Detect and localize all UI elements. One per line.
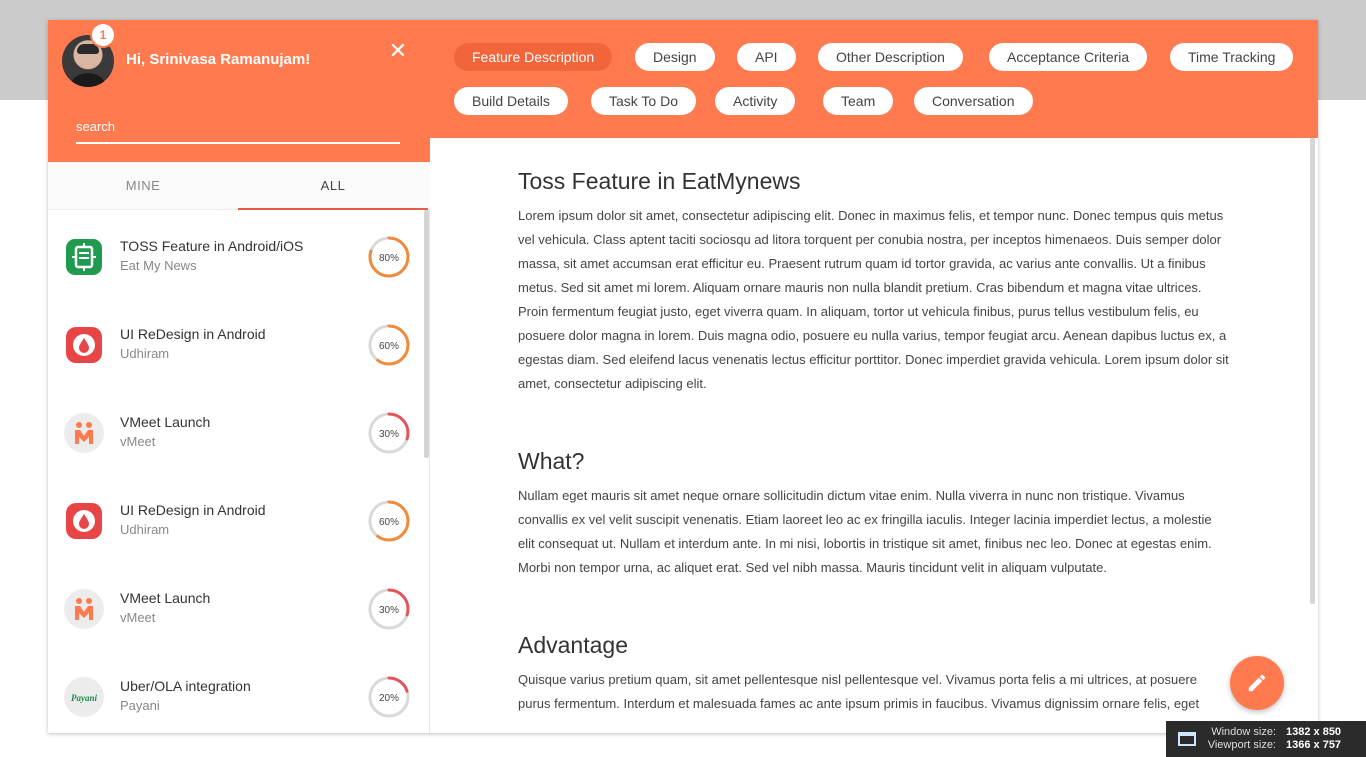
- item-subtitle: vMeet: [120, 610, 156, 625]
- progress-label: 80%: [379, 253, 399, 264]
- section-body: Nullam eget mauris sit amet neque ornare…: [518, 488, 1212, 575]
- tab-all[interactable]: ALL: [238, 162, 428, 210]
- list-item[interactable]: TOSS Feature in Android/iOS Eat My News …: [48, 211, 420, 299]
- viewport-size-label: Viewport size:: [1207, 739, 1276, 751]
- progress-label: 20%: [379, 693, 399, 704]
- progress-ring: 60%: [368, 324, 410, 366]
- progress-label: 60%: [379, 341, 399, 352]
- eatmynews-logo-icon: [64, 237, 104, 277]
- list-item[interactable]: UI ReDesign in Android Udhiram 60%: [48, 475, 420, 563]
- item-subtitle: Udhiram: [120, 346, 170, 361]
- window-size-value: 1382 x 850: [1286, 726, 1342, 738]
- tab-team[interactable]: Team: [823, 87, 894, 115]
- progress-ring: 60%: [368, 500, 410, 542]
- section-nav: Feature Description Design API Other Des…: [430, 20, 1318, 138]
- app-window: 1 Hi, Srinivasa Ramanujam! ✕ MINE ALL: [48, 20, 1318, 733]
- list-item[interactable]: VMeet Launch vMeet 30%: [48, 563, 420, 651]
- section-title: Toss Feature in EatMynews: [518, 168, 801, 194]
- content-area: Toss Feature in EatMynews Lorem ipsum do…: [430, 138, 1318, 733]
- udhiram-logo-icon: [64, 325, 104, 365]
- progress-ring: 30%: [368, 588, 410, 630]
- list-item[interactable]: VMeet Launch vMeet 30%: [48, 387, 420, 475]
- sidebar: 1 Hi, Srinivasa Ramanujam! ✕ MINE ALL: [48, 20, 430, 733]
- search-input[interactable]: [76, 110, 400, 144]
- tab-task-to-do[interactable]: Task To Do: [591, 87, 696, 115]
- progress-ring: 30%: [368, 412, 410, 454]
- tab-acceptance-criteria[interactable]: Acceptance Criteria: [989, 43, 1148, 71]
- item-title: VMeet Launch: [120, 414, 211, 430]
- sidebar-scrollbar[interactable]: [424, 210, 429, 458]
- viewport-size-value: 1366 x 757: [1286, 739, 1342, 751]
- item-title: Uber/OLA integration: [120, 678, 251, 694]
- list-item[interactable]: UI ReDesign in Android Udhiram 60%: [48, 299, 420, 387]
- notification-badge[interactable]: 1: [92, 24, 114, 46]
- window-size-overlay: Window size: 1382 x 850 Viewport size: 1…: [1166, 721, 1366, 757]
- tab-build-details[interactable]: Build Details: [454, 87, 568, 115]
- pencil-icon: [1248, 674, 1266, 692]
- item-title: UI ReDesign in Android: [120, 326, 266, 342]
- vmeet-logo-icon: [64, 413, 104, 453]
- progress-label: 30%: [379, 605, 399, 616]
- list-item[interactable]: Payani Uber/OLA integration Payani 20%: [48, 651, 420, 733]
- section-body: Lorem ipsum dolor sit amet, consectetur …: [518, 208, 1229, 391]
- udhiram-logo-icon: [64, 501, 104, 541]
- tab-time-tracking[interactable]: Time Tracking: [1170, 43, 1294, 71]
- section-title: What?: [518, 448, 585, 474]
- item-title: TOSS Feature in Android/iOS: [120, 238, 304, 254]
- item-subtitle: vMeet: [120, 434, 156, 449]
- tab-mine[interactable]: MINE: [48, 162, 238, 210]
- user-greeting: Hi, Srinivasa Ramanujam!: [126, 51, 311, 68]
- tab-api[interactable]: API: [737, 43, 796, 71]
- item-subtitle: Payani: [120, 698, 160, 713]
- main-panel: Feature Description Design API Other Des…: [430, 20, 1318, 733]
- item-subtitle: Eat My News: [120, 258, 197, 273]
- window-icon: [1178, 732, 1196, 746]
- sidebar-header: 1 Hi, Srinivasa Ramanujam! ✕: [48, 20, 430, 162]
- project-tabs: MINE ALL: [48, 162, 430, 210]
- section-body: Quisque varius pretium quam, sit amet pe…: [518, 672, 1200, 711]
- progress-label: 60%: [379, 517, 399, 528]
- svg-text:Payani: Payani: [71, 693, 97, 703]
- section-title: Advantage: [518, 632, 628, 658]
- tab-conversation[interactable]: Conversation: [914, 87, 1033, 115]
- progress-label: 30%: [379, 429, 399, 440]
- edit-button[interactable]: [1230, 656, 1284, 710]
- progress-ring: 80%: [368, 236, 410, 278]
- tab-feature-description[interactable]: Feature Description: [454, 43, 613, 71]
- vmeet-logo-icon: [64, 589, 104, 629]
- content-scrollbar[interactable]: [1310, 138, 1315, 604]
- progress-ring: 20%: [368, 676, 410, 718]
- tab-other-description[interactable]: Other Description: [818, 43, 963, 71]
- window-size-label: Window size:: [1211, 726, 1276, 738]
- tab-design[interactable]: Design: [635, 43, 715, 71]
- tab-activity[interactable]: Activity: [715, 87, 796, 115]
- item-title: UI ReDesign in Android: [120, 502, 266, 518]
- close-icon[interactable]: ✕: [386, 40, 410, 64]
- payani-logo-icon: Payani: [64, 677, 104, 717]
- project-list: TOSS Feature in Android/iOS Eat My News …: [48, 211, 430, 733]
- item-subtitle: Udhiram: [120, 522, 170, 537]
- item-title: VMeet Launch: [120, 590, 211, 606]
